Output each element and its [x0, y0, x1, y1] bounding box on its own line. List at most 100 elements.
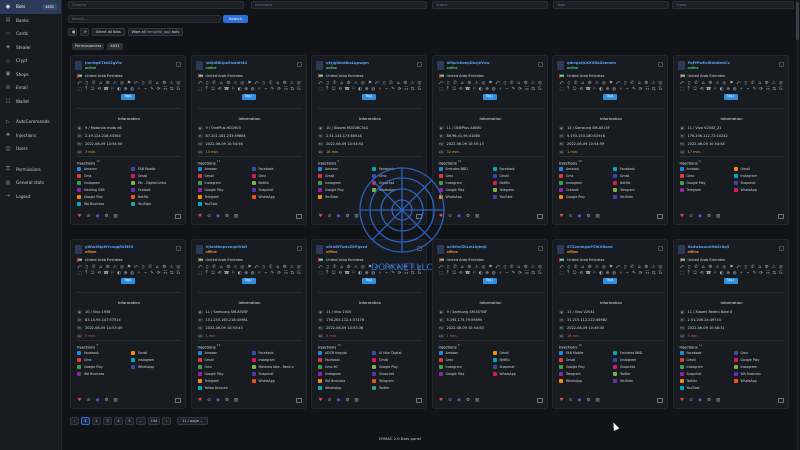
settings-icon[interactable]: ⚙ [345, 398, 350, 403]
bot-tag-link[interactable]: STZxmmgwPZiKXNaxd [567, 245, 657, 249]
sidebar-item-users[interactable]: ☺ Users [0, 142, 61, 156]
action-icon[interactable]: ◐ [478, 271, 483, 276]
injection-item[interactable]: Emirates NBD [613, 351, 663, 355]
action-icon[interactable]: ⌂ [155, 265, 160, 270]
action-icon[interactable]: ⎋ [572, 87, 577, 92]
tag-button[interactable]: Tag1 [241, 278, 256, 284]
injection-item[interactable]: Gmail [131, 351, 181, 355]
action-icon[interactable]: ◍ [371, 87, 376, 92]
action-icon[interactable]: ⤺ [559, 265, 564, 270]
action-icon[interactable]: ⌂ [396, 81, 401, 86]
action-icon[interactable]: ⟲ [97, 271, 102, 276]
action-icon[interactable]: ◎ [119, 265, 124, 270]
select-checkbox[interactable] [176, 246, 181, 251]
scrollbar[interactable] [796, 0, 799, 450]
injection-item[interactable]: Netflix [492, 181, 543, 185]
action-icon[interactable]: ✆ [453, 265, 458, 270]
injection-item[interactable]: Gmail [492, 351, 543, 355]
injection-item[interactable]: WhatsApp [318, 386, 368, 390]
injection-item[interactable]: Gmail [197, 358, 248, 362]
settings-icon[interactable]: ⚙ [707, 398, 712, 403]
eye-icon[interactable]: ◉ [95, 214, 100, 219]
action-icon[interactable]: ⌁ [384, 87, 389, 92]
action-icon[interactable]: ⚐ [712, 87, 717, 92]
action-icon[interactable]: ⌂ [460, 265, 465, 270]
injection-item[interactable]: Telegram [613, 188, 663, 192]
action-icon[interactable]: ⚙ [105, 81, 110, 86]
action-icon[interactable]: ⤺ [134, 81, 139, 86]
injection-item[interactable]: Amazon [438, 351, 489, 355]
action-icon[interactable]: ☎ [706, 87, 712, 92]
trash-icon[interactable]: ▥ [595, 398, 600, 403]
action-icon[interactable]: ⤒ [686, 87, 691, 92]
action-icon[interactable]: ☎ [585, 87, 591, 92]
trash-icon[interactable]: ▥ [716, 214, 721, 219]
action-icon[interactable]: ⤒ [204, 87, 209, 92]
action-icon[interactable]: ⟲ [699, 271, 704, 276]
action-icon[interactable]: ⚙ [282, 265, 287, 270]
tag-button[interactable]: Tag1 [362, 278, 376, 284]
action-icon[interactable]: G [778, 271, 783, 276]
action-icon[interactable]: ⤒ [325, 87, 330, 92]
action-icon[interactable]: ✆ [212, 81, 217, 86]
action-icon[interactable]: ⊕ [726, 271, 731, 276]
action-icon[interactable]: ▯ [446, 81, 451, 86]
expand-icon[interactable] [536, 397, 543, 403]
tag-button[interactable]: Tag1 [121, 94, 135, 100]
action-icon[interactable]: ⚐ [592, 271, 597, 276]
action-icon[interactable]: ⊕ [485, 87, 490, 92]
sidebar-item-injections[interactable]: ✚ Injections [0, 129, 61, 143]
action-icon[interactable]: ▯ [261, 81, 266, 86]
action-icon[interactable]: ✆ [750, 81, 755, 86]
action-icon[interactable]: ⟳ [277, 87, 282, 92]
action-icon[interactable]: ⎋ [452, 87, 457, 92]
action-icon[interactable]: ▯ [325, 265, 330, 270]
action-icon[interactable]: ⚠ [530, 265, 535, 270]
play-icon[interactable]: ⊙ [327, 214, 332, 219]
injection-item[interactable]: WA Business [733, 372, 784, 376]
expand-icon[interactable] [657, 213, 663, 219]
trash-icon[interactable]: ▥ [475, 398, 480, 403]
action-icon[interactable]: ✆ [573, 265, 578, 270]
action-icon[interactable]: ✆ [750, 265, 755, 270]
settings-icon[interactable]: ⚙ [225, 398, 230, 403]
action-icon[interactable]: ✎ [511, 87, 516, 92]
injection-item[interactable]: Gmail [733, 167, 784, 171]
action-icon[interactable]: ⚙ [162, 265, 167, 270]
injection-item[interactable]: Etc - Digital Lifest [131, 181, 181, 185]
action-icon[interactable]: ⊕ [605, 271, 610, 276]
select-checkbox[interactable] [296, 246, 302, 251]
injection-item[interactable]: Google Play [77, 365, 127, 369]
action-icon[interactable]: ✆ [332, 265, 337, 270]
injection-item[interactable]: Twitter [372, 386, 422, 390]
tag-button[interactable]: Tag1 [723, 278, 738, 284]
injection-item[interactable]: Google Play [559, 195, 609, 199]
action-icon[interactable]: ⟲ [217, 271, 222, 276]
action-icon[interactable]: ▯ [382, 81, 387, 86]
injection-item[interactable]: Instagram [131, 358, 181, 362]
action-icon[interactable]: ☎ [224, 271, 230, 276]
sidebar-item-autocommands[interactable]: ▷ AutoCommands [0, 115, 61, 129]
injection-item[interactable]: WhatsApp [733, 379, 784, 383]
action-icon[interactable]: ⬚ [318, 87, 323, 92]
bot-tag-link[interactable]: XadwkoocxlHbSrAq3 [688, 245, 778, 249]
tag-button[interactable]: Tag1 [362, 94, 376, 100]
action-icon[interactable]: ⤒ [445, 87, 450, 92]
sidebar-item-shops[interactable]: ▣ Shops [0, 68, 61, 82]
settings-icon[interactable]: ⚙ [104, 398, 109, 403]
sidebar-item-permissions[interactable]: ⚿ Permissions [0, 163, 61, 177]
action-icon[interactable]: ⚙ [764, 81, 769, 86]
injection-item[interactable]: Outlook [131, 188, 181, 192]
heart-icon[interactable]: ♥ [77, 398, 82, 403]
action-icon[interactable]: ⌁ [263, 87, 268, 92]
action-icon[interactable]: G [537, 271, 542, 276]
injection-item[interactable]: Hashing GBS [77, 188, 127, 192]
action-icon[interactable]: ⚙ [644, 265, 649, 270]
action-icon[interactable]: ◍ [491, 271, 496, 276]
action-icon[interactable]: ⤺ [439, 81, 444, 86]
action-icon[interactable]: ⚠ [651, 265, 656, 270]
action-icon[interactable]: ⎋ [90, 87, 95, 92]
action-icon[interactable]: ⟲ [699, 87, 704, 92]
injection-item[interactable]: Telegram [492, 188, 543, 192]
play-icon[interactable]: ⊙ [86, 214, 91, 219]
